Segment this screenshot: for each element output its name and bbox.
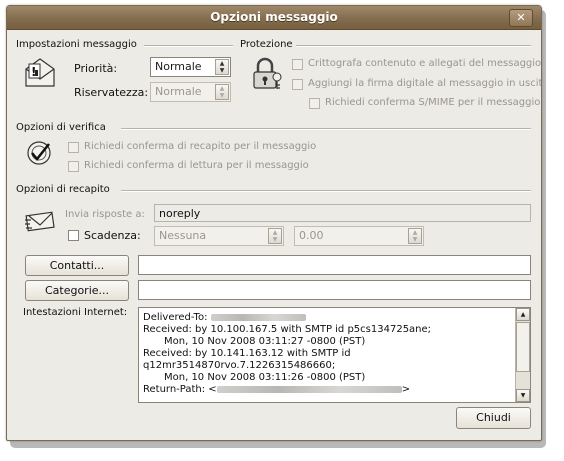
divider [144,45,233,47]
title-bar[interactable]: Opzioni messaggio ✕ [7,6,541,30]
divider [121,190,531,192]
categories-button[interactable]: Categorie... [25,280,129,301]
header-line: q12mr3514870rvo.7.1226315486660; [143,360,336,371]
window-title: Opzioni messaggio [210,10,338,24]
delivery-envelope-icon [25,211,55,232]
smime-receipt-checkbox[interactable] [309,98,320,109]
padlock-security-icon [253,57,282,89]
close-button[interactable]: Chiudi [456,407,531,429]
expires-date-select[interactable]: Nessuna ▲ ▼ [154,226,284,246]
expires-time-spin-icon[interactable]: ▲ ▼ [408,228,422,244]
headers-scrollbar[interactable]: ▲ ▼ [515,308,530,402]
expires-checkbox[interactable] [68,230,79,241]
divider [296,45,531,47]
delivery-heading: Opzioni di recapito [16,184,110,195]
priority-select[interactable]: Normale ▲ ▼ [150,57,231,77]
priority-spin-icon[interactable]: ▲ ▼ [215,59,229,75]
internet-headers-textarea[interactable]: Delivered-To: Received: by 10.100.167.5 … [138,307,531,403]
digital-signature-label: Aggiungi la firma digitale al messaggio … [308,78,542,89]
sensitivity-select[interactable]: Normale ▲ ▼ [150,82,231,102]
divider [121,128,531,130]
smime-receipt-label: Richiedi conferma S/MIME per il messaggi… [325,97,541,108]
priority-value: Normale [155,60,202,73]
contacts-button[interactable]: Contatti... [25,255,129,276]
tracking-check-icon [27,141,51,165]
contacts-field[interactable] [138,255,531,275]
read-receipt-label: Richiedi conferma di lettura per il mess… [84,160,309,171]
sensitivity-label: Riservatezza: [74,86,149,99]
close-window-button[interactable]: ✕ [509,9,533,27]
expires-time-value: 0.00 [299,229,324,242]
delivery-receipt-label: Richiedi conferma di recapito per il mes… [84,141,317,152]
read-receipt-checkbox[interactable] [68,161,79,172]
header-line: Return-Path: < > [143,384,411,395]
header-line: Received: by 10.141.163.12 with SMTP id [143,348,351,359]
categories-field[interactable] [138,280,531,300]
scroll-up-arrow-icon[interactable]: ▲ [516,308,530,321]
header-line: Received: by 10.100.167.5 with SMTP id p… [143,324,432,335]
reply-to-label: Invia risposte a: [65,209,145,220]
sensitivity-value: Normale [155,85,202,98]
security-heading: Protezione [240,39,293,50]
digital-signature-checkbox[interactable] [292,79,303,90]
reply-to-field[interactable]: noreply [154,204,531,222]
message-settings-heading: Impostazioni messaggio [16,39,137,50]
tracking-heading: Opzioni di verifica [16,122,106,133]
header-line: Mon, 10 Nov 2008 03:11:27 -0800 (PST) [164,336,366,347]
encrypt-checkbox[interactable] [292,59,303,70]
header-line: Delivered-To: [143,312,306,323]
message-options-dialog: Opzioni messaggio ✕ Impostazioni messagg… [6,5,542,441]
expires-label: Scadenza: [84,229,141,242]
priority-label: Priorità: [74,62,118,75]
scroll-thumb[interactable] [516,322,530,372]
sensitivity-spin-icon[interactable]: ▲ ▼ [215,84,229,100]
internet-headers-label: Intestazioni Internet: [23,307,128,318]
expires-time-select[interactable]: 0.00 ▲ ▼ [294,226,424,246]
redacted-email [210,313,306,321]
expires-date-spin-icon[interactable]: ▲ ▼ [268,228,282,244]
scroll-down-arrow-icon[interactable]: ▼ [516,389,530,402]
expires-date-value: Nessuna [159,229,207,242]
redacted-return-path [216,385,402,393]
envelope-priority-icon: ! [25,58,55,87]
header-line: Mon, 10 Nov 2008 03:11:26 -0800 (PST) [164,372,366,383]
reply-to-value: noreply [159,207,201,220]
delivery-receipt-checkbox[interactable] [68,142,79,153]
encrypt-label: Crittografa contenuto e allegati del mes… [308,58,542,69]
